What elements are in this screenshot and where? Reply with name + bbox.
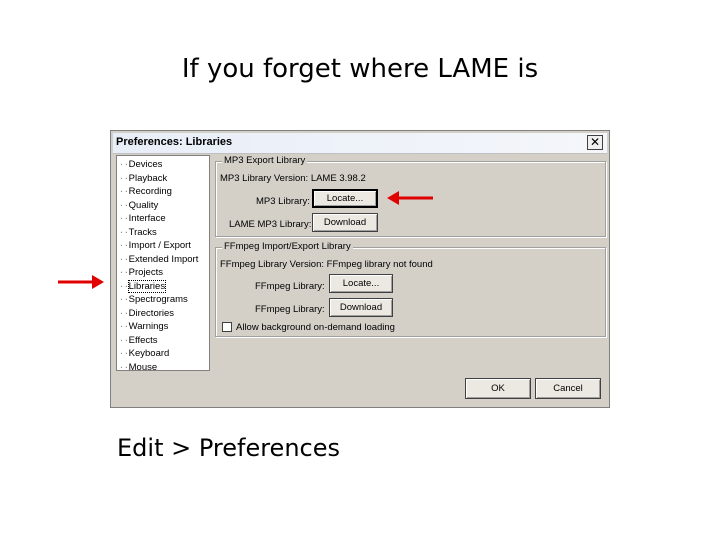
tree-item-label: Recording — [128, 186, 172, 197]
tree-item-playback[interactable]: ··Playback — [119, 172, 167, 185]
mp3-locate-button[interactable]: Locate... — [312, 189, 378, 208]
tree-branch-line: ·· — [119, 268, 129, 277]
tree-branch-line: ·· — [119, 295, 129, 304]
mp3-version-text: MP3 Library Version: LAME 3.98.2 — [220, 173, 366, 184]
ffmpeg-download-button[interactable]: Download — [329, 298, 393, 317]
close-icon: ✕ — [589, 135, 601, 149]
tree-item-mouse[interactable]: ··Mouse — [119, 361, 157, 374]
tree-item-libraries[interactable]: ··Libraries — [119, 279, 167, 293]
tree-branch-line: ·· — [119, 322, 129, 331]
mp3-group-legend: MP3 Export Library — [222, 155, 308, 166]
tree-item-spectrograms[interactable]: ··Spectrograms — [119, 293, 188, 306]
tree-item-label: Spectrograms — [128, 294, 188, 305]
tree-item-label: Directories — [128, 307, 175, 319]
tree-item-label: Warnings — [128, 321, 169, 332]
ffmpeg-library-label: FFmpeg Library: — [255, 281, 325, 292]
dialog-titlebar: Preferences: Libraries ✕ — [113, 133, 607, 154]
tree-item-label: Projects — [128, 267, 163, 278]
dialog-title: Preferences: Libraries — [116, 136, 233, 148]
tree-item-tracks[interactable]: ··Tracks — [119, 226, 157, 239]
ffmpeg-group: FFmpeg Import/Export Library FFmpeg Libr… — [215, 241, 606, 337]
tree-branch-line: ·· — [119, 214, 129, 223]
mp3-download-button[interactable]: Download — [312, 213, 378, 232]
tree-item-label: Effects — [128, 334, 158, 346]
tree-branch-line: ·· — [119, 362, 129, 372]
tree-item-keyboard[interactable]: ··Keyboard — [119, 347, 169, 360]
tree-item-interface[interactable]: ··Interface — [119, 212, 166, 225]
tree-branch-line: ·· — [119, 308, 129, 318]
tree-item-extended-import[interactable]: ··Extended Import — [119, 253, 198, 266]
tree-branch-line: ·· — [119, 227, 129, 237]
ffmpeg-library-label-2: FFmpeg Library: — [255, 304, 325, 315]
cancel-button[interactable]: Cancel — [535, 378, 601, 399]
tree-branch-line: ·· — [119, 349, 129, 358]
tree-item-label: Interface — [128, 213, 166, 224]
red-arrow-right-icon — [58, 275, 104, 289]
tree-item-label: Tracks — [128, 226, 157, 238]
lame-library-label: LAME MP3 Library: — [229, 219, 312, 230]
tree-branch-line: ·· — [119, 254, 129, 264]
tree-branch-line: ·· — [119, 281, 129, 291]
tree-item-effects[interactable]: ··Effects — [119, 334, 158, 347]
red-arrow-left-icon — [387, 191, 433, 205]
tree-item-warnings[interactable]: ··Warnings — [119, 320, 168, 333]
tree-branch-line: ·· — [119, 335, 129, 345]
tree-branch-line: ·· — [119, 160, 129, 169]
tree-item-label: Extended Import — [128, 253, 199, 265]
tree-branch-line: ·· — [119, 173, 129, 183]
preferences-tree[interactable]: ··Devices ··Playback ··Recording ··Quality ·… — [116, 155, 210, 374]
mp3-library-label: MP3 Library: — [256, 196, 310, 207]
tree-branch-line: ·· — [119, 187, 129, 196]
tree-item-label: Keyboard — [128, 348, 170, 359]
tree-item-label: Playback — [128, 172, 168, 184]
tree-item-directories[interactable]: ··Directories — [119, 307, 174, 320]
ffmpeg-version-text: FFmpeg Library Version: FFmpeg library n… — [220, 259, 433, 270]
tree-item-quality[interactable]: ··Quality — [119, 199, 158, 212]
ffmpeg-group-legend: FFmpeg Import/Export Library — [222, 241, 353, 252]
ffmpeg-locate-button[interactable]: Locate... — [329, 274, 393, 293]
slide-caption: Edit > Preferences — [117, 434, 340, 462]
tree-item-label: Import / Export — [128, 240, 191, 251]
slide-title: If you forget where LAME is — [181, 54, 539, 84]
tree-item-import-export[interactable]: ··Import / Export — [119, 239, 191, 252]
background-loading-checkbox[interactable] — [222, 322, 232, 332]
tree-branch-line: ·· — [119, 200, 129, 210]
tree-item-projects[interactable]: ··Projects — [119, 266, 163, 279]
tree-branch-line: ·· — [119, 241, 129, 250]
tree-item-label: Mouse — [128, 361, 158, 373]
tree-item-devices[interactable]: ··Devices — [119, 158, 162, 171]
tree-item-label: Devices — [128, 159, 163, 170]
tree-item-recording[interactable]: ··Recording — [119, 185, 172, 198]
background-loading-label[interactable]: Allow background on-demand loading — [236, 322, 395, 333]
preferences-dialog: Preferences: Libraries ✕ ··Devices ··Play… — [110, 130, 610, 408]
tree-item-label: Libraries — [127, 279, 167, 293]
tree-item-label: Quality — [128, 199, 159, 211]
ok-button[interactable]: OK — [465, 378, 531, 399]
close-button[interactable]: ✕ — [587, 135, 603, 150]
